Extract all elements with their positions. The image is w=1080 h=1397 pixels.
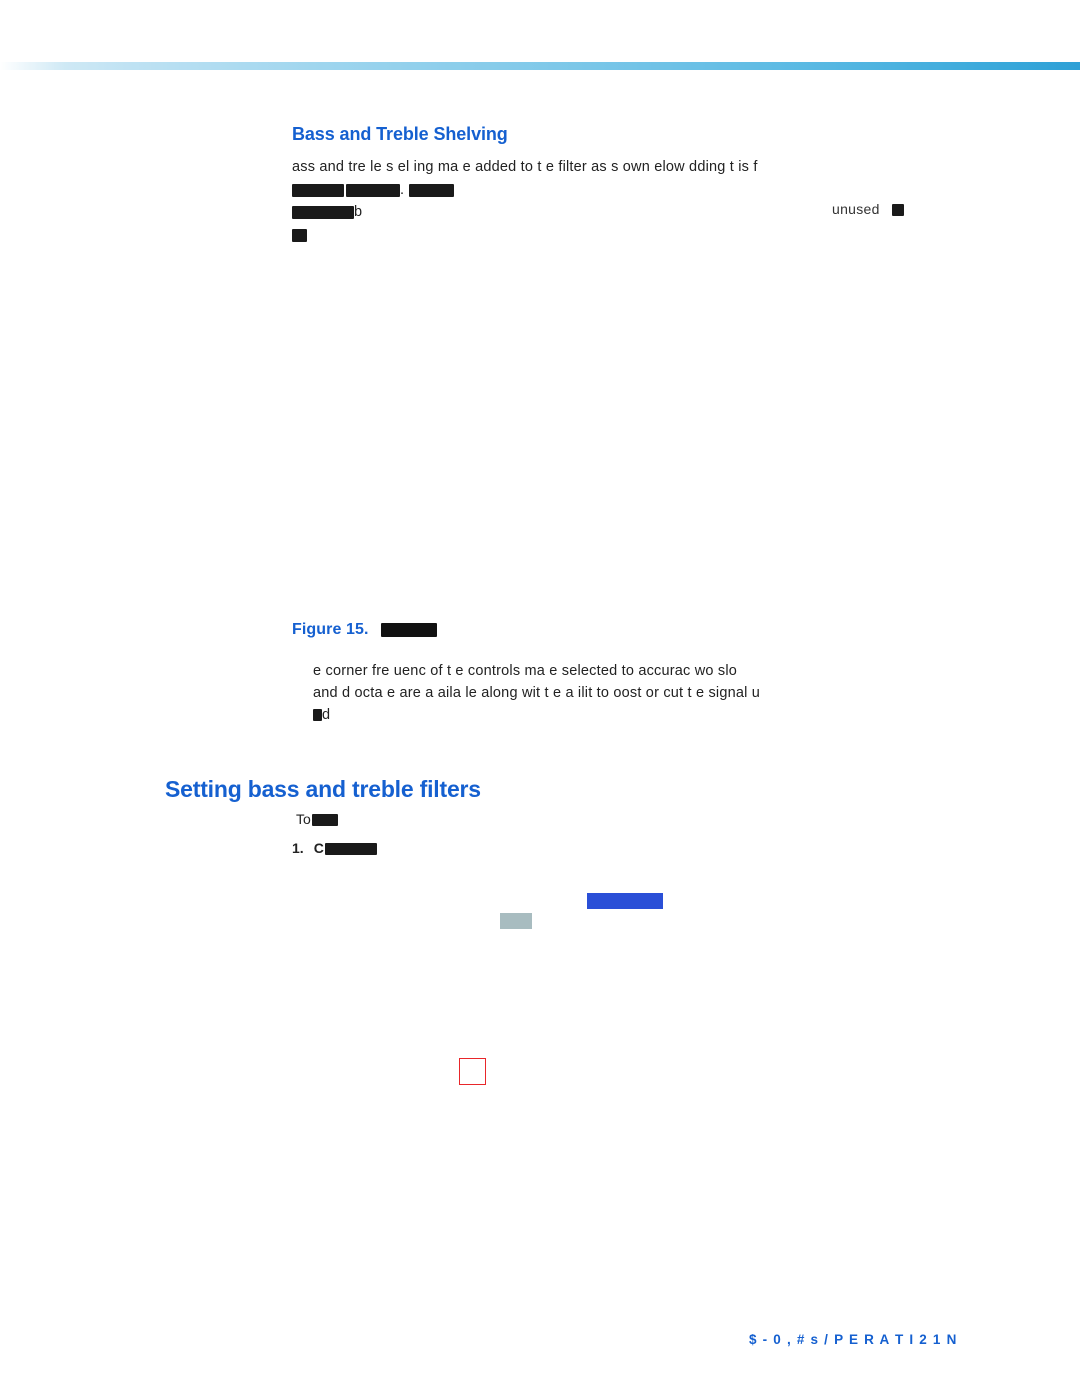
header-gradient-rule xyxy=(0,62,1080,70)
paragraph-1-line-2-visible: . xyxy=(400,182,405,198)
degraded-text-block xyxy=(891,204,904,217)
screenshot-label-block xyxy=(500,913,532,929)
degraded-text-block xyxy=(313,709,322,722)
procedure-step-text: C xyxy=(313,840,324,856)
degraded-text-block xyxy=(324,843,377,856)
paragraph-2-line-2: and d octa e are a aila le along wit t e… xyxy=(313,685,761,701)
page-footer: $ - 0 , # s / P E R A T I 2 1 N xyxy=(749,1332,958,1347)
paragraph-2-line-3: d xyxy=(313,704,330,727)
paragraph-1-line-1: ass and tre le s el ing ma e added to t … xyxy=(292,159,758,175)
degraded-text-block xyxy=(292,205,354,219)
paragraph-2-line-1: e corner fre uenc of t e controls ma e s… xyxy=(313,663,738,679)
degraded-text-block xyxy=(381,622,438,637)
figure-caption: Figure 15. xyxy=(292,621,438,639)
paragraph-1-line-3: b xyxy=(292,201,362,224)
figure-caption-label: Figure 15. xyxy=(292,621,369,638)
subsection-heading: Bass and Treble Shelving xyxy=(292,124,508,144)
unused-label: unused xyxy=(832,201,904,217)
screenshot-selected-field[interactable] xyxy=(587,893,663,909)
paragraph-1-line-3-visible: b xyxy=(354,204,363,220)
degraded-text-block xyxy=(311,814,338,827)
degraded-text-block xyxy=(292,228,307,242)
degraded-text-block xyxy=(346,183,400,197)
procedure-step-1: 1. C xyxy=(292,840,377,856)
degraded-text-block xyxy=(292,183,344,197)
degraded-text-block xyxy=(409,183,455,197)
screenshot-highlight-box xyxy=(459,1058,486,1085)
procedure-step-number: 1. xyxy=(292,840,304,856)
unused-label-text: unused xyxy=(832,201,880,217)
paragraph-2-line-3-visible: d xyxy=(322,707,331,723)
paragraph-1-line-4 xyxy=(292,224,307,247)
paragraph-1-line-2: . xyxy=(292,179,455,202)
section-heading: Setting bass and treble filters xyxy=(165,776,481,802)
procedure-intro: To xyxy=(296,811,338,827)
procedure-intro-text: To xyxy=(296,811,311,827)
